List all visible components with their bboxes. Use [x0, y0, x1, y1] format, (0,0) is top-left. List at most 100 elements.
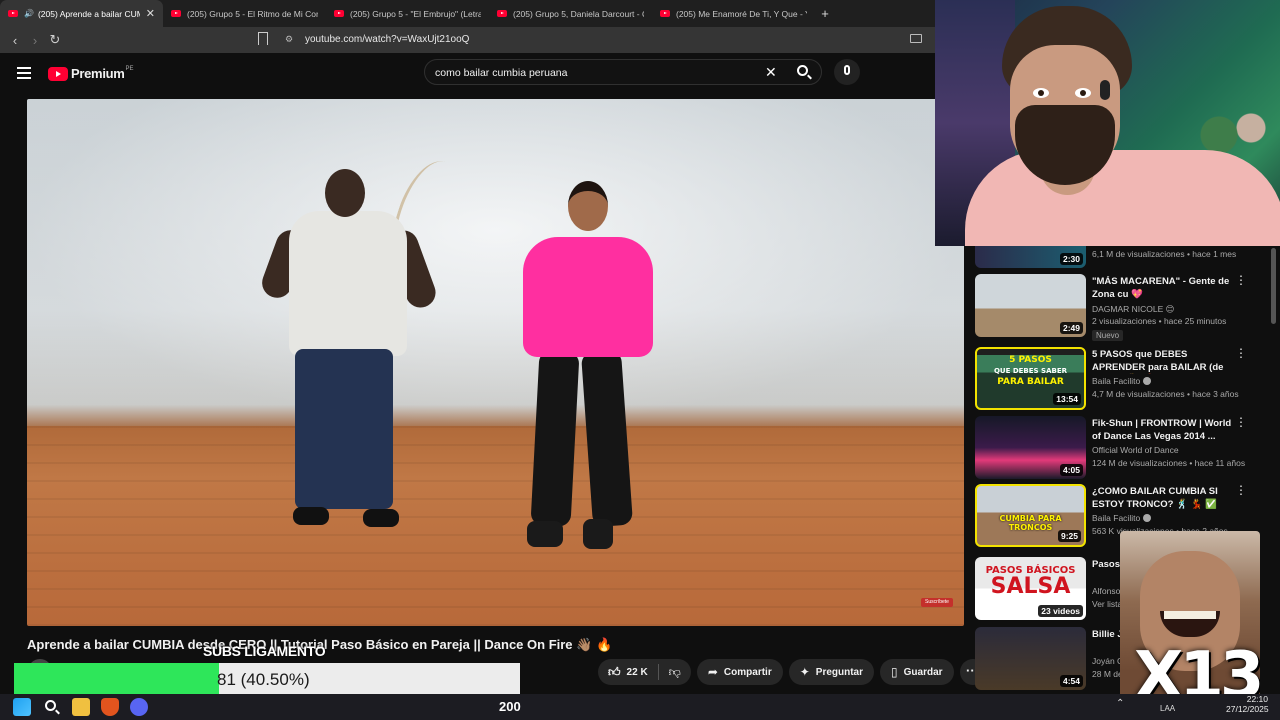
earphone	[1100, 80, 1110, 100]
browser-tab[interactable]: (205) Me Enamoré De Ti, Y Que - You	[652, 0, 815, 27]
windows-start-icon[interactable]	[13, 698, 31, 716]
video-title[interactable]: ¿COMO BAILAR CUMBIA SI ESTOY TRONCO? 🕺 💃…	[1092, 486, 1232, 511]
youtube-favicon-icon	[497, 10, 507, 17]
thumbs-down-icon: 👎︎	[668, 664, 681, 679]
male-dancer	[289, 211, 407, 356]
browser-tab[interactable]: 🔊 (205) Aprende a bailar CUMBIA ✕	[0, 0, 163, 27]
clear-search-icon[interactable]: ✕	[765, 64, 777, 81]
address-bar: ‹ › ↻ ⚙ youtube.com/watch?v=WaxUjt21ooQ	[0, 27, 935, 53]
video-player[interactable]: Suscríbete	[27, 99, 964, 626]
dislike-button[interactable]: 👎︎	[659, 665, 691, 680]
microphone-icon	[844, 65, 850, 75]
channel-name[interactable]: Official World of Dance	[1092, 445, 1179, 455]
like-count: 22 K	[626, 666, 648, 678]
like-dislike-group: 👍︎ 22 K 👎︎	[598, 659, 691, 685]
search-input[interactable]: como bailar cumbia peruana ✕	[424, 59, 822, 85]
file-explorer-icon[interactable]	[72, 698, 90, 716]
channel-name[interactable]: Baila Facilito	[1092, 376, 1140, 386]
ask-label: Preguntar	[815, 666, 864, 678]
duration-badge: 2:30	[1059, 253, 1083, 265]
youtube-play-icon	[48, 66, 68, 81]
show-hidden-icons-icon[interactable]: ⌃	[1116, 698, 1124, 709]
subscribe-watermark[interactable]: Suscríbete	[921, 598, 953, 607]
tab-title: (205) Me Enamoré De Ti, Y Que - You	[676, 8, 807, 19]
tab-title: (205) Grupo 5, Daniela Darcourt - Qu	[513, 8, 644, 19]
channel-name[interactable]: Baila Facilito	[1092, 513, 1140, 523]
save-button[interactable]: ▯ Guardar	[880, 659, 954, 685]
duration-badge: 4:05	[1059, 464, 1083, 476]
site-info-icon[interactable]: ⚙	[285, 34, 293, 45]
new-badge: Nuevo	[1092, 330, 1124, 341]
video-thumbnail[interactable]: 2:30	[975, 246, 1086, 268]
video-title[interactable]: Fik-Shun | FRONTROW | World of Dance Las…	[1092, 418, 1232, 443]
thumbnail-text: 5 PASOS	[1009, 355, 1052, 365]
video-thumbnail[interactable]: 4:05	[975, 416, 1086, 479]
video-thumbnail[interactable]: 5 PASOS QUE DEBES SABER PARA BAILAR 13:5…	[975, 347, 1086, 410]
clock-time[interactable]: 22:10	[1240, 694, 1268, 704]
logo-text: Premium	[71, 66, 125, 81]
video-actions: 👍︎ 22 K 👎︎ ➦ Compartir ✦ Preguntar ▯ Gua…	[598, 659, 986, 685]
bookmark-icon[interactable]	[258, 32, 268, 45]
verified-icon	[1143, 514, 1152, 522]
video-thumbnail[interactable]: 2:49	[975, 274, 1086, 337]
channel-name[interactable]: Joyán C	[1092, 656, 1123, 666]
video-thumbnail[interactable]: 4:54	[975, 627, 1086, 690]
video-thumbnail[interactable]: CUMBIA PARA TRONCOS 9:25	[975, 484, 1086, 547]
url-field[interactable]: youtube.com/watch?v=WaxUjt21ooQ	[305, 34, 469, 45]
list-item[interactable]: 4:05 Fik-Shun | FRONTROW | World of Danc…	[975, 416, 1270, 480]
more-options-icon[interactable]: ⋮	[1235, 416, 1247, 428]
sidebar-scrollbar[interactable]	[1271, 248, 1276, 324]
ask-button[interactable]: ✦ Preguntar	[788, 659, 875, 685]
list-item[interactable]: 5 PASOS QUE DEBES SABER PARA BAILAR 13:5…	[975, 347, 1270, 411]
video-meta: 124 M de visualizaciones • hace 11 años	[1092, 458, 1246, 468]
cast-icon[interactable]	[910, 34, 922, 43]
share-icon: ➦	[707, 665, 718, 679]
search-query: como bailar cumbia peruana	[435, 67, 568, 79]
browser-tab[interactable]: (205) Grupo 5 - "El Embrujo" (Letra)	[326, 0, 489, 27]
video-title[interactable]: 5 PASOS que DEBES APRENDER para BAILAR (…	[1092, 349, 1232, 374]
browser-tab[interactable]: (205) Grupo 5, Daniela Darcourt - Qu	[489, 0, 652, 27]
brave-browser-icon[interactable]	[101, 698, 119, 716]
subs-goal-label: SUBS LIGAMENTO	[203, 643, 326, 659]
close-tab-icon[interactable]: ✕	[146, 7, 155, 20]
youtube-logo[interactable]: Premium PE	[48, 66, 134, 81]
country-code: PE	[125, 65, 134, 72]
like-button[interactable]: 👍︎ 22 K	[598, 664, 659, 680]
more-options-icon[interactable]: ⋮	[1235, 484, 1247, 496]
thumbs-up-icon: 👍︎	[608, 664, 621, 679]
speaker-icon[interactable]: 🔊	[24, 9, 34, 18]
back-arrow-icon[interactable]: ‹	[5, 33, 25, 48]
duration-badge: 2:49	[1059, 322, 1083, 334]
view-playlist-link[interactable]: Ver lista	[1092, 599, 1122, 609]
browser-tab[interactable]: (205) Grupo 5 - El Ritmo de Mi Coraz	[163, 0, 326, 27]
share-button[interactable]: ➦ Compartir	[696, 659, 783, 685]
taskbar: 200 ⌃ LAA 22:10 27/12/2025	[0, 694, 1280, 720]
list-item[interactable]: 2:49 "MÁS MACARENA" - Gente de Zona cu 💖…	[975, 274, 1270, 341]
new-tab-button[interactable]: +	[815, 6, 835, 21]
search-button[interactable]	[786, 59, 822, 85]
clock-date[interactable]: 27/12/2025	[1226, 704, 1269, 714]
duration-badge: 4:54	[1059, 675, 1083, 687]
forward-arrow-icon[interactable]: ›	[25, 33, 45, 48]
reload-icon[interactable]: ↻	[45, 32, 65, 48]
playlist-thumbnail[interactable]: PASOS BÁSICOS SALSA 23 videos	[975, 557, 1086, 620]
input-language[interactable]: LAA	[1160, 704, 1175, 713]
more-options-icon[interactable]: ⋮	[1235, 347, 1247, 359]
more-options-icon[interactable]: ⋮	[1235, 274, 1247, 286]
channel-name[interactable]: Alfonso	[1092, 586, 1120, 596]
channel-name[interactable]: DAGMAR NICOLE 😊	[1092, 304, 1175, 315]
streamer-webcam	[935, 0, 1280, 246]
subs-progress-fill	[14, 663, 219, 694]
save-label: Guardar	[903, 666, 943, 678]
meme-overlay: X13	[1120, 531, 1260, 707]
search-icon[interactable]	[42, 698, 60, 716]
menu-icon[interactable]	[17, 67, 31, 82]
duration-badge: 13:54	[1053, 393, 1081, 405]
thumbnail-text: QUE DEBES SABER	[993, 367, 1067, 375]
subs-progress-bar: 81 (40.50%)	[14, 663, 520, 694]
voice-search-button[interactable]	[834, 59, 860, 85]
search-icon	[797, 65, 808, 76]
discord-icon[interactable]	[130, 698, 148, 716]
video-title[interactable]: "MÁS MACARENA" - Gente de Zona cu 💖	[1092, 276, 1232, 301]
video-meta: 4,7 M de visualizaciones • hace 3 años	[1092, 389, 1239, 399]
